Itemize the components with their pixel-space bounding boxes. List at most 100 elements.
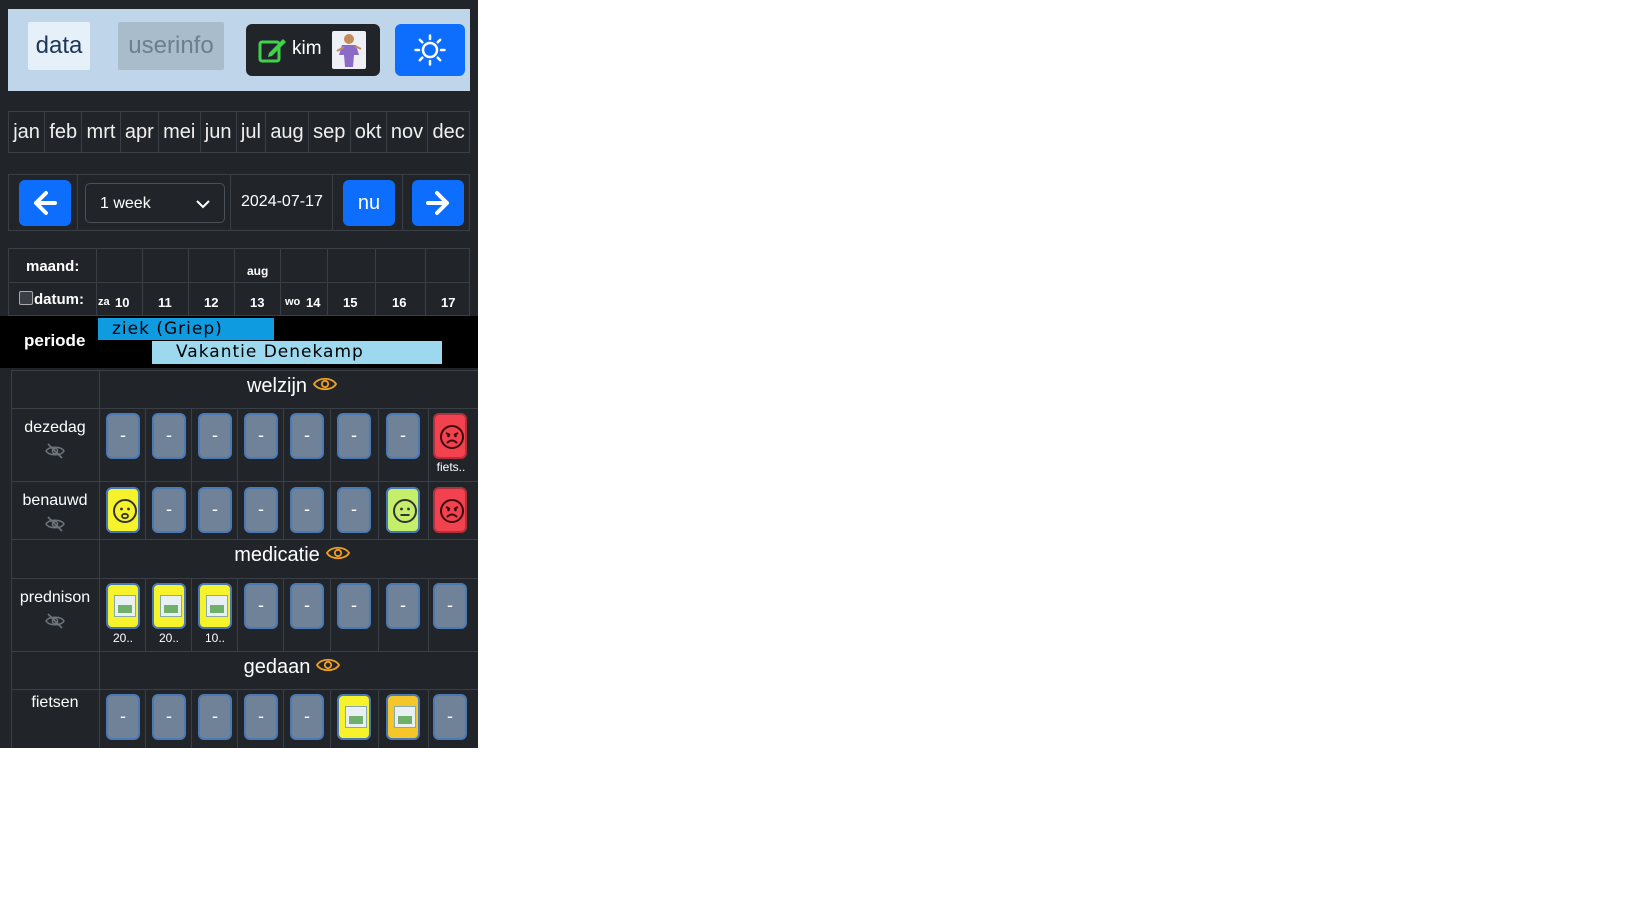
empty-tile[interactable]: - [290, 413, 324, 459]
empty-tile[interactable]: - [106, 694, 140, 740]
month-feb[interactable]: feb [45, 112, 83, 152]
image-tile[interactable] [106, 583, 140, 629]
select-all-checkbox[interactable] [19, 291, 33, 305]
month-name: aug [247, 264, 269, 278]
eye-icon[interactable] [325, 544, 350, 567]
broken-image-icon [206, 595, 228, 617]
month-sep[interactable]: sep [309, 112, 351, 152]
eye-icon[interactable] [312, 375, 338, 398]
date-row-label: datum: [34, 291, 84, 308]
row-label: prednison [19, 589, 91, 606]
image-tile[interactable] [386, 694, 420, 740]
day-number: 17 [441, 295, 456, 310]
row-label: dezedag [24, 419, 86, 436]
data-row: fietsen - - - - - - [11, 689, 478, 748]
day-number: 15 [343, 295, 358, 310]
tab-data[interactable]: data [28, 22, 90, 70]
broken-image-icon [345, 706, 367, 728]
period-row: periode ziek (Griep) Vakantie Denekamp [0, 316, 478, 368]
weekday-label: wo [285, 296, 301, 308]
now-button[interactable]: nu [343, 180, 395, 226]
empty-tile[interactable]: - [244, 413, 278, 459]
day-number: 14 [306, 295, 321, 310]
day-number: 10 [115, 295, 130, 310]
empty-tile[interactable]: - [198, 487, 232, 533]
eye-slash-icon[interactable] [45, 443, 65, 464]
angry-face-tile[interactable] [433, 487, 467, 533]
empty-tile[interactable]: - [290, 487, 324, 533]
day-number: 16 [392, 295, 407, 310]
month-jun[interactable]: jun [201, 112, 237, 152]
empty-tile[interactable]: - [337, 583, 371, 629]
weekday-label: za [98, 296, 110, 308]
app-panel: data userinfo kim jan feb mrt apr mei ju… [0, 0, 478, 748]
row-label: fietsen [31, 694, 79, 711]
period-bar[interactable]: Vakantie Denekamp [152, 341, 442, 364]
next-button[interactable] [412, 180, 464, 226]
tab-userinfo[interactable]: userinfo [118, 22, 224, 70]
empty-tile[interactable]: - [152, 487, 186, 533]
range-select[interactable]: 1 week [85, 183, 225, 223]
section-header: gedaan [11, 651, 478, 690]
image-tile[interactable] [198, 583, 232, 629]
empty-tile[interactable]: - [386, 413, 420, 459]
data-row: prednison - - - - - 20.. 20.. 10.. [11, 578, 478, 652]
month-nov[interactable]: nov [387, 112, 429, 152]
previous-button[interactable] [19, 180, 71, 226]
empty-tile[interactable]: - [152, 413, 186, 459]
month-okt[interactable]: okt [351, 112, 387, 152]
image-tile[interactable] [152, 583, 186, 629]
broken-image-icon [114, 595, 136, 617]
month-row-label: maand: [26, 258, 80, 275]
empty-tile[interactable]: - [386, 583, 420, 629]
avatar [332, 31, 366, 69]
empty-tile[interactable]: - [152, 694, 186, 740]
empty-tile[interactable]: - [290, 583, 324, 629]
empty-tile[interactable]: - [433, 583, 467, 629]
empty-tile[interactable]: - [244, 583, 278, 629]
tile-caption: fiets.. [436, 460, 466, 474]
period-bar[interactable]: ziek (Griep) [98, 318, 274, 340]
sad-face-tile[interactable] [106, 487, 140, 533]
month-jan[interactable]: jan [9, 112, 46, 152]
day-number: 13 [250, 295, 265, 310]
user-name: kim [292, 38, 322, 59]
empty-tile[interactable]: - [290, 694, 324, 740]
empty-tile[interactable]: - [337, 487, 371, 533]
theme-toggle-button[interactable] [395, 24, 465, 76]
chevron-down-icon [196, 196, 210, 214]
section-header: welzijn [11, 370, 478, 409]
neutral-face-tile[interactable] [386, 487, 420, 533]
image-tile[interactable] [337, 694, 371, 740]
data-row: dezedag - - - - - - - fiets.. [11, 408, 478, 482]
empty-tile[interactable]: - [337, 413, 371, 459]
edit-icon [258, 36, 288, 69]
angry-face-tile[interactable] [433, 413, 467, 459]
eye-slash-icon[interactable] [45, 516, 65, 537]
date-navigation: 1 week 2024-07-17 nu [8, 174, 470, 231]
empty-tile[interactable]: - [198, 694, 232, 740]
data-row: benauwd - - - - - [11, 481, 478, 540]
empty-tile[interactable]: - [106, 413, 140, 459]
period-label: periode [24, 331, 86, 350]
month-mei[interactable]: mei [159, 112, 201, 152]
empty-tile[interactable]: - [244, 487, 278, 533]
edit-user-button[interactable]: kim [246, 24, 380, 76]
section-header: medicatie [11, 539, 478, 579]
month-mrt[interactable]: mrt [82, 112, 121, 152]
tile-caption: 10.. [204, 631, 225, 645]
month-selector: jan feb mrt apr mei jun jul aug sep okt … [8, 111, 470, 153]
current-date: 2024-07-17 [241, 193, 323, 210]
month-jul[interactable]: jul [237, 112, 267, 152]
empty-tile[interactable]: - [198, 413, 232, 459]
row-label: benauwd [22, 492, 88, 509]
month-apr[interactable]: apr [121, 112, 159, 152]
month-dec[interactable]: dec [428, 112, 469, 152]
month-aug[interactable]: aug [266, 112, 309, 152]
arrow-right-icon [412, 191, 464, 230]
empty-tile[interactable]: - [433, 694, 467, 740]
eye-slash-icon[interactable] [45, 613, 65, 634]
empty-tile[interactable]: - [244, 694, 278, 740]
eye-icon[interactable] [316, 656, 341, 679]
angry-face-icon [440, 499, 464, 523]
